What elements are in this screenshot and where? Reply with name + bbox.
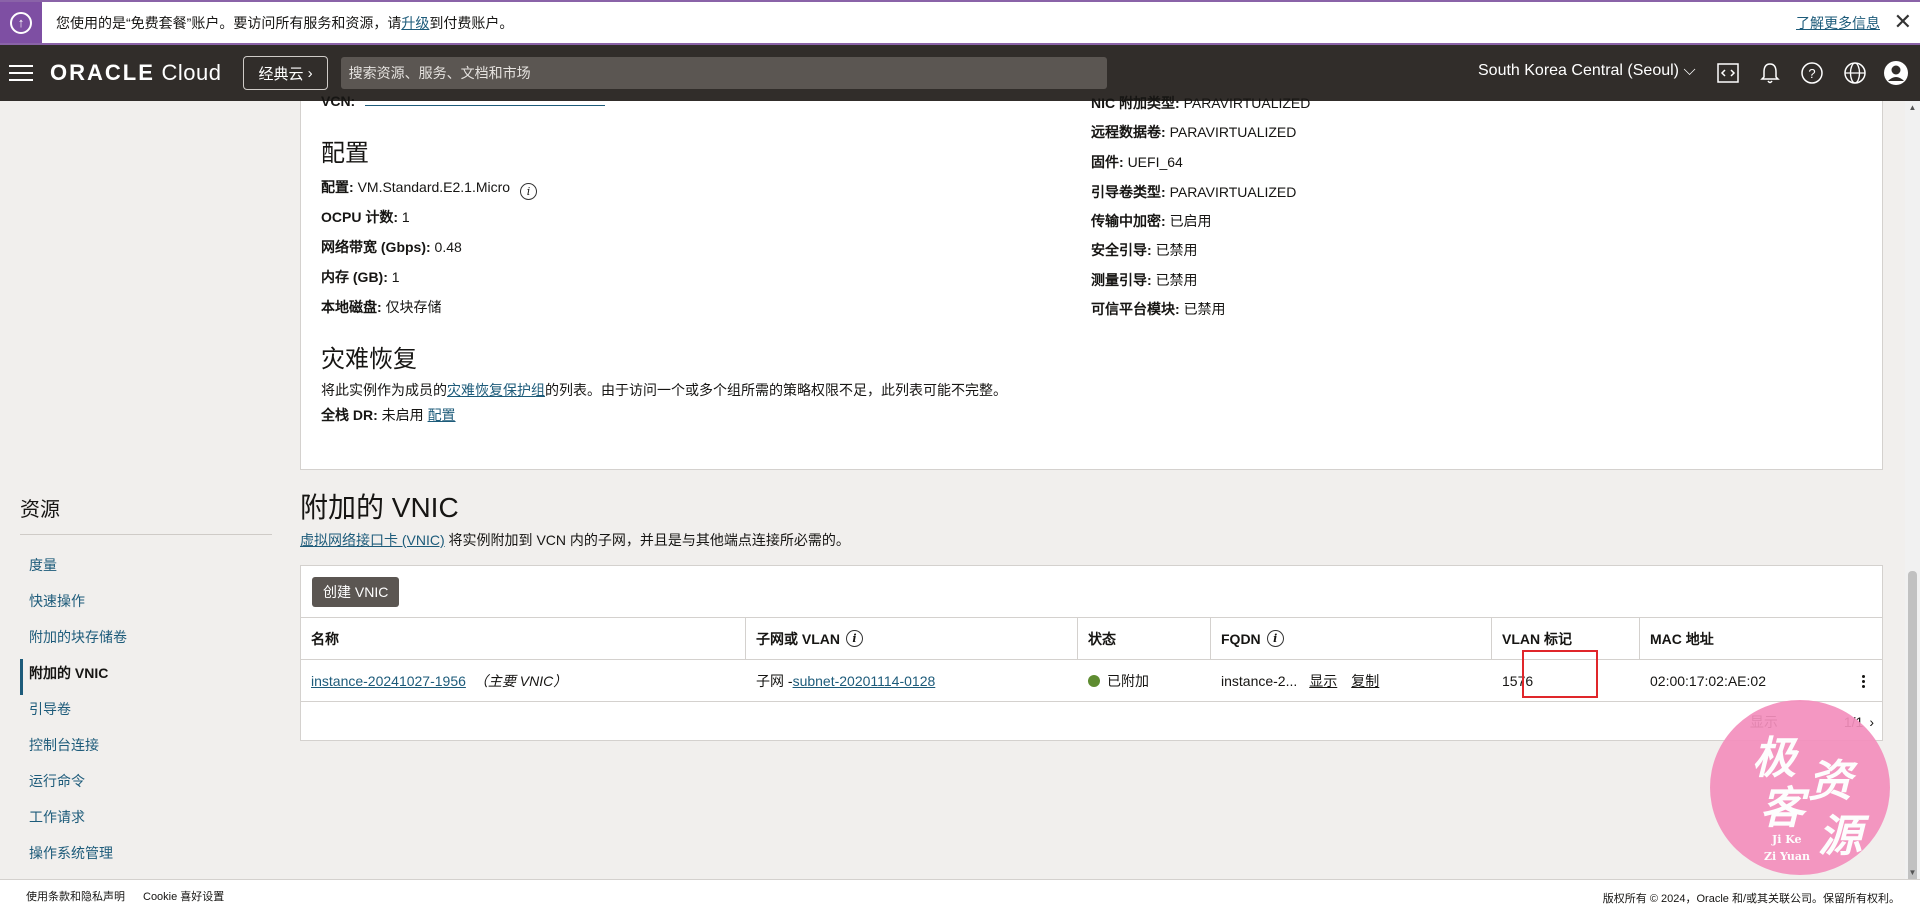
fqdn-cell: instance-2... 显示 复制 [1221, 671, 1380, 691]
upgrade-arrow-icon: ↑ [10, 11, 32, 34]
create-vnic-button[interactable]: 创建 VNIC [312, 577, 400, 607]
search-bar[interactable] [340, 57, 1107, 89]
resources-heading: 资源 [20, 499, 60, 521]
nic-attach-row: NIC 附加类型: PARAVIRTUALIZED [1091, 95, 1311, 111]
sidebar-item-attached-vnics[interactable]: 附加的 VNIC [20, 659, 127, 695]
table-row: instance-20241027-1956 （主要 VNIC） 子网 - su… [301, 660, 1882, 702]
sidebar-item-block-volumes[interactable]: 附加的块存储卷 [20, 623, 127, 659]
banner-icon-container: ↑ [0, 2, 42, 43]
sidebar-item-work-requests[interactable]: 工作请求 [20, 803, 127, 839]
column-header-fqdn[interactable]: FQDN i [1211, 618, 1492, 659]
bandwidth-row: 网络带宽 (Gbps): 0.48 [321, 239, 462, 255]
dr-heading: 灾难恢复 [321, 346, 417, 373]
measured-boot-row: 测量引导: 已禁用 [1091, 272, 1198, 288]
bell-icon[interactable] [1756, 59, 1784, 87]
vnic-table-card: 创建 VNIC 名称 子网或 VLAN i 状态 FQDN i VLAN 标记 MA… [300, 565, 1883, 741]
next-page-icon[interactable]: › [1869, 714, 1874, 730]
dr-description: 将此实例作为成员的灾难恢复保护组的列表。由于访问一个或多个组所需的策略权限不足，… [321, 382, 1007, 398]
firmware-row: 固件: UEFI_64 [1091, 154, 1183, 170]
config-heading: 配置 [321, 140, 369, 167]
fqdn-show-link[interactable]: 显示 [1309, 671, 1337, 691]
learn-more-link[interactable]: 了解更多信息 [1796, 13, 1880, 33]
configure-dr-link[interactable]: 配置 [428, 407, 456, 423]
sidebar-item-os-management[interactable]: 操作系统管理 [20, 839, 127, 875]
vnic-section-title: 附加的 VNIC [300, 492, 459, 523]
ocpu-row: OCPU 计数: 1 [321, 209, 410, 225]
divider [20, 534, 272, 535]
scroll-thumb[interactable] [1908, 571, 1917, 911]
code-editor-icon[interactable] [1714, 59, 1742, 87]
vnic-name-cell: instance-20241027-1956 （主要 VNIC） [301, 660, 567, 702]
page-scrollbar[interactable]: ▲ ▼ [1905, 101, 1920, 911]
chevron-right-icon: › [307, 64, 313, 82]
vcn-link-clipped[interactable] [365, 96, 606, 106]
cookie-preferences-link[interactable]: Cookie 喜好设置 [143, 888, 224, 904]
row-actions-kebab-icon[interactable] [1852, 670, 1874, 692]
watermark-logo: 极 资 客 源 Ji Ke Zi Yuan [1710, 700, 1890, 875]
copyright-text: 版权所有 © 2024，Oracle 和/或其关联公司。保留所有权利。 [1602, 893, 1900, 905]
instance-details-panel: VCN: 配置 配置: VM.Standard.E2.1.Micro i OCP… [300, 93, 1883, 470]
upgrade-link[interactable]: 升级 [401, 15, 429, 31]
vnic-doc-link[interactable]: 虚拟网络接口卡 (VNIC) [300, 532, 445, 548]
info-icon[interactable]: i [846, 630, 863, 647]
scroll-down-icon[interactable]: ▼ [1908, 868, 1917, 877]
sidebar-item-boot-volume[interactable]: 引导卷 [20, 695, 127, 731]
oracle-cloud-logo[interactable]: ORACLE Cloud [50, 60, 221, 86]
secure-boot-row: 安全引导: 已禁用 [1091, 242, 1198, 258]
sidebar-item-metrics[interactable]: 度量 [20, 551, 127, 587]
resources-nav: 度量 快速操作 附加的块存储卷 附加的 VNIC 引导卷 控制台连接 运行命令 … [20, 551, 127, 875]
info-icon[interactable]: i [519, 183, 537, 200]
tpm-row: 可信平台模块: 已禁用 [1091, 301, 1226, 317]
help-icon[interactable]: ? [1798, 59, 1826, 87]
status-cell: 已附加 [1078, 660, 1149, 702]
vnic-description: 虚拟网络接口卡 (VNIC) 将实例附加到 VCN 内的子网，并且是与其他端点连… [300, 532, 850, 548]
sidebar-item-run-command[interactable]: 运行命令 [20, 767, 127, 803]
partial-row: VCN: [321, 93, 606, 109]
region-selector[interactable]: South Korea Central (Seoul) ⌵ [1478, 62, 1696, 80]
subnet-link[interactable]: subnet-20201114-0128 [793, 673, 936, 689]
chevron-down-icon: ⌵ [1683, 62, 1696, 79]
dr-protection-group-link[interactable]: 灾难恢复保护组 [447, 382, 545, 398]
sidebar-item-quick-actions[interactable]: 快速操作 [20, 587, 127, 623]
table-header: 名称 子网或 VLAN i 状态 FQDN i VLAN 标记 MAC 地址 [301, 617, 1882, 660]
column-header-mac[interactable]: MAC 地址 [1640, 618, 1882, 659]
profile-avatar-icon[interactable] [1882, 59, 1910, 87]
column-header-name[interactable]: 名称 [301, 618, 746, 659]
sidebar-item-console-connection[interactable]: 控制台连接 [20, 731, 127, 767]
highlight-box [1522, 650, 1598, 698]
free-tier-banner: ↑ 您使用的是“免费套餐”账户。要访问所有服务和资源，请升级到付费账户。 了解更… [0, 0, 1920, 45]
in-transit-encryption-row: 传输中加密: 已启用 [1091, 213, 1212, 229]
banner-message: 您使用的是“免费套餐”账户。要访问所有服务和资源，请升级到付费账户。 [56, 14, 514, 31]
globe-icon[interactable] [1841, 59, 1869, 87]
primary-vnic-tag: （主要 VNIC） [473, 673, 568, 689]
memory-row: 内存 (GB): 1 [321, 269, 400, 285]
close-icon[interactable]: ✕ [1894, 9, 1912, 35]
classic-cloud-button[interactable]: 经典云 › [243, 56, 328, 90]
info-icon[interactable]: i [1266, 630, 1284, 647]
status-dot-icon [1088, 675, 1100, 687]
vnic-name-link[interactable]: instance-20241027-1956 [311, 673, 466, 689]
shape-row: 配置: VM.Standard.E2.1.Micro i [321, 177, 537, 200]
subnet-cell: 子网 - subnet-20201114-0128 [756, 673, 936, 689]
remote-volume-row: 远程数据卷: PARAVIRTUALIZED [1091, 124, 1297, 140]
fqdn-copy-link[interactable]: 复制 [1351, 671, 1379, 691]
local-disk-row: 本地磁盘: 仅块存储 [321, 299, 442, 315]
page-footer: 使用条款和隐私声明 Cookie 喜好设置 版权所有 © 2024，Oracle… [0, 879, 1920, 911]
top-navigation: ORACLE Cloud 经典云 › South Korea Central (… [0, 45, 1920, 101]
boot-volume-type-row: 引导卷类型: PARAVIRTUALIZED [1091, 184, 1297, 200]
mac-address-cell: 02:00:17:02:AE:02 [1650, 673, 1766, 689]
column-header-status[interactable]: 状态 [1078, 618, 1211, 659]
column-header-subnet[interactable]: 子网或 VLAN i [746, 618, 1078, 659]
full-stack-dr-row: 全栈 DR: 未启用 配置 [321, 407, 456, 423]
menu-icon[interactable] [9, 65, 33, 81]
svg-text:?: ? [1808, 66, 1815, 81]
terms-privacy-link[interactable]: 使用条款和隐私声明 [26, 888, 125, 904]
scroll-up-icon[interactable]: ▲ [1908, 103, 1917, 112]
search-input[interactable] [348, 65, 1099, 81]
